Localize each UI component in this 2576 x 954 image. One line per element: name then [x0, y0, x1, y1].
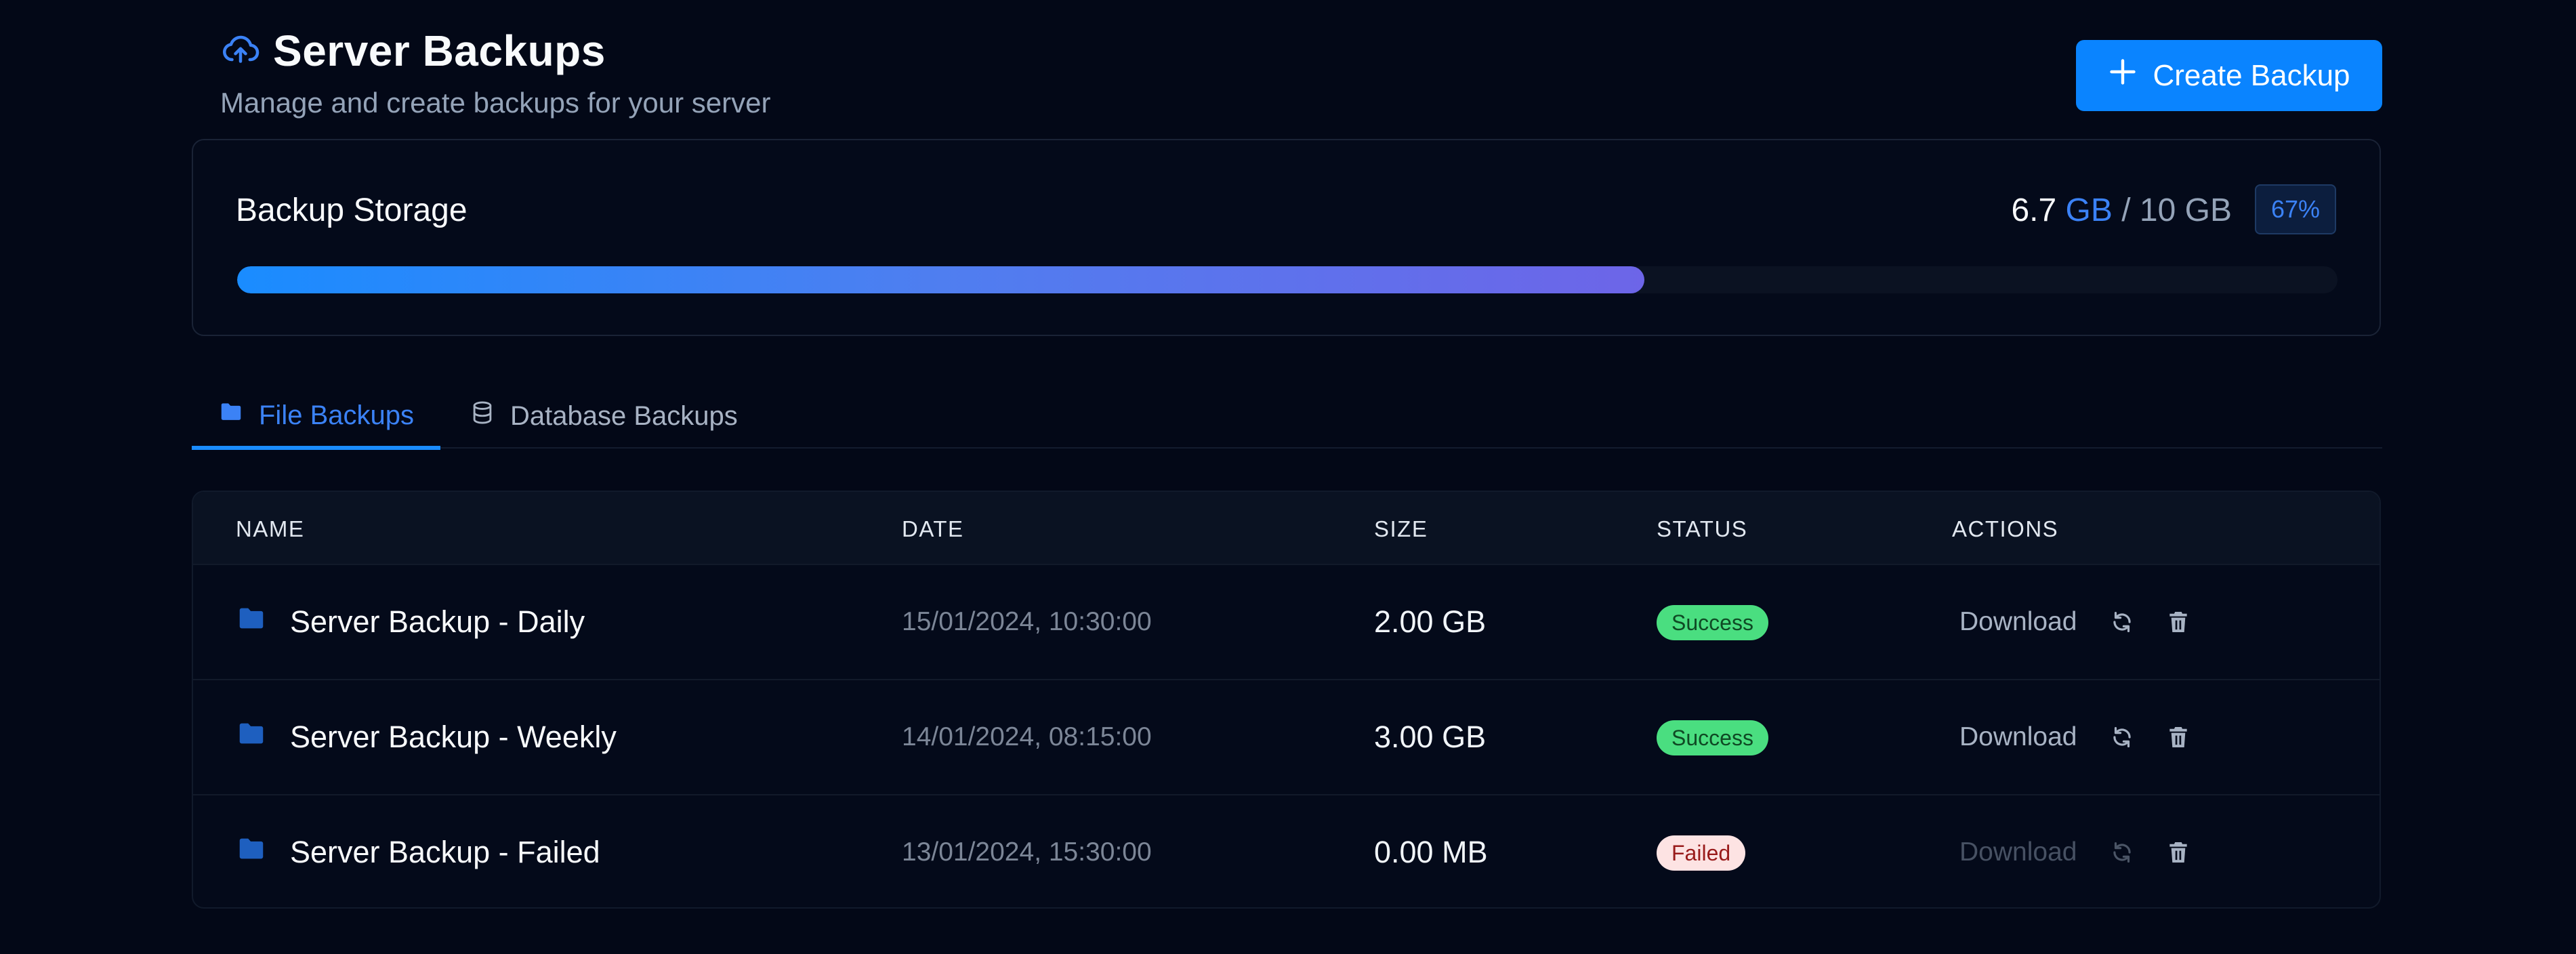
restore-icon — [2113, 842, 2132, 863]
backup-date: 15/01/2024, 10:30:00 — [902, 607, 1152, 636]
download-button[interactable]: Download — [1952, 607, 2084, 637]
delete-button[interactable] — [2161, 835, 2195, 869]
backup-name-cell: Server Backup - Weekly — [236, 680, 617, 794]
folder-icon — [236, 833, 267, 872]
delete-button[interactable] — [2161, 720, 2195, 754]
storage-title: Backup Storage — [236, 192, 468, 228]
table-header: NAME DATE SIZE STATUS ACTIONS — [193, 492, 2380, 564]
tab-database-backups[interactable]: Database Backups — [470, 385, 738, 447]
title-row: Server Backups — [220, 26, 606, 76]
page-header: Server Backups Manage and create backups… — [192, 0, 2382, 139]
backups-table: NAME DATE SIZE STATUS ACTIONS Server Bac… — [192, 491, 2381, 909]
row-actions: Download — [1952, 565, 2195, 679]
download-button[interactable]: Download — [1952, 837, 2084, 867]
page-subtitle: Manage and create backups for your serve… — [220, 87, 771, 119]
tab-file-backups[interactable]: File Backups — [192, 385, 440, 450]
column-header-name: NAME — [236, 516, 305, 541]
folder-icon — [236, 718, 267, 757]
table-row: Server Backup - Daily 15/01/2024, 10:30:… — [193, 564, 2380, 679]
database-icon — [470, 400, 495, 432]
restore-icon — [2113, 611, 2132, 633]
backup-date: 13/01/2024, 15:30:00 — [902, 837, 1152, 867]
status-badge: Success — [1657, 720, 1768, 755]
table-row: Server Backup - Failed 13/01/2024, 15:30… — [193, 794, 2380, 907]
folder-icon — [236, 603, 267, 642]
backup-size: 3.00 GB — [1374, 720, 1487, 754]
page-title: Server Backups — [273, 26, 606, 75]
cloud-upload-icon — [220, 29, 261, 73]
backup-name: Server Backup - Weekly — [290, 720, 617, 754]
storage-percent-badge: 67% — [2255, 184, 2336, 234]
download-button[interactable]: Download — [1952, 722, 2084, 752]
status-badge: Success — [1657, 605, 1768, 640]
backup-tabs: File Backups Database Backups — [192, 385, 2382, 450]
backup-size: 2.00 GB — [1374, 604, 1487, 639]
plus-icon — [2108, 57, 2138, 94]
storage-progress-bar — [237, 266, 2338, 293]
trash-icon — [2169, 726, 2188, 748]
storage-progress-fill — [237, 266, 1644, 293]
table-row: Server Backup - Weekly 14/01/2024, 08:15… — [193, 679, 2380, 794]
delete-button[interactable] — [2161, 605, 2195, 639]
restore-icon — [2113, 726, 2132, 748]
column-header-status: STATUS — [1657, 516, 1748, 541]
backup-name-cell: Server Backup - Daily — [236, 565, 585, 679]
backup-name: Server Backup - Daily — [290, 604, 585, 639]
storage-separator: / — [2121, 192, 2131, 228]
restore-button[interactable] — [2105, 720, 2139, 754]
create-backup-label: Create Backup — [2153, 58, 2350, 92]
storage-total: 10 GB — [2139, 192, 2232, 228]
row-actions: Download — [1952, 795, 2195, 907]
storage-used-value: 6.7 — [2011, 192, 2057, 228]
backup-name-cell: Server Backup - Failed — [236, 795, 600, 907]
column-header-actions: ACTIONS — [1952, 516, 2059, 541]
restore-button[interactable] — [2105, 605, 2139, 639]
tab-file-backups-label: File Backups — [259, 400, 414, 430]
row-actions: Download — [1952, 680, 2195, 794]
column-header-size: SIZE — [1374, 516, 1428, 541]
storage-usage: 6.7 GB / 10 GB — [2011, 192, 2232, 229]
trash-icon — [2169, 611, 2188, 633]
backup-size: 0.00 MB — [1374, 835, 1488, 869]
folder-icon — [218, 399, 244, 432]
backup-name: Server Backup - Failed — [290, 835, 600, 869]
status-badge: Failed — [1657, 835, 1746, 871]
backup-date: 14/01/2024, 08:15:00 — [902, 722, 1152, 751]
storage-card: Backup Storage 6.7 GB / 10 GB 67% — [192, 139, 2381, 336]
create-backup-button[interactable]: Create Backup — [2076, 40, 2382, 111]
column-header-date: DATE — [902, 516, 964, 541]
page-container: Server Backups Manage and create backups… — [192, 0, 2382, 909]
tab-database-backups-label: Database Backups — [510, 400, 738, 431]
trash-icon — [2169, 842, 2188, 863]
storage-used-unit: GB — [2065, 192, 2113, 228]
restore-button[interactable] — [2105, 835, 2139, 869]
